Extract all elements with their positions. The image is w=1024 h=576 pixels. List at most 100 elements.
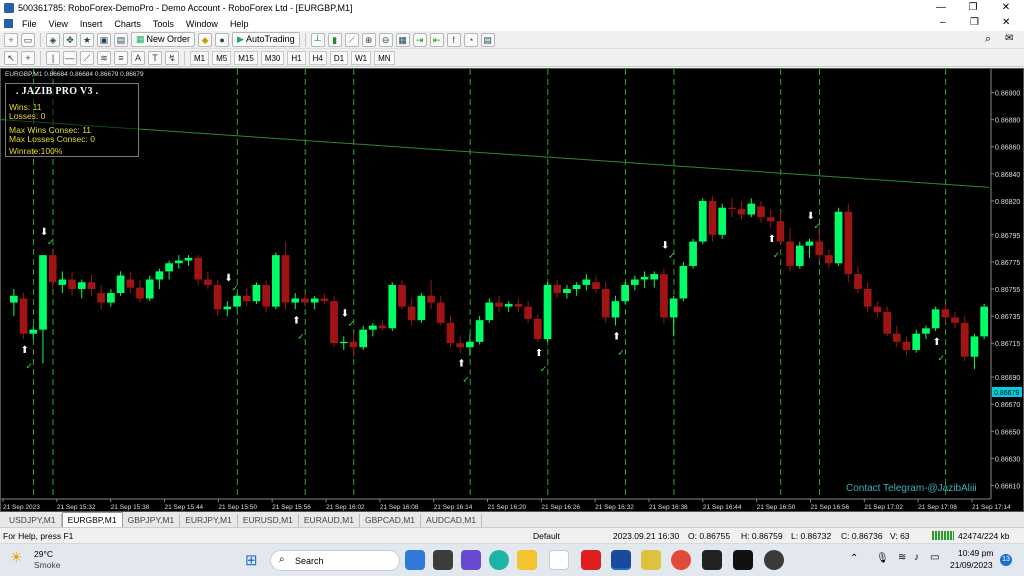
menu-window[interactable]: Window <box>180 19 224 29</box>
clock-time[interactable]: 10:49 pm <box>958 548 993 558</box>
data-window-icon[interactable]: ✥ <box>63 32 77 47</box>
strategy-tester-icon[interactable]: ▤ <box>114 32 128 47</box>
search-box[interactable]: ⌕ Search <box>270 550 400 571</box>
clock-date[interactable]: 21/09/2023 <box>950 560 993 570</box>
price-chart[interactable]: 0.86900 0.86880 0.86860 0.86840 0.86820 0.867… <box>0 69 1023 511</box>
tile-windows-icon[interactable]: ▦ <box>395 32 410 47</box>
menu-tools[interactable]: Tools <box>147 19 180 29</box>
templates-icon[interactable]: ▤ <box>480 32 495 47</box>
timeframe-m5[interactable]: M5 <box>212 50 232 65</box>
chat-icon[interactable]: ✉ <box>1005 33 1013 44</box>
timeframe-mn[interactable]: MN <box>374 50 395 65</box>
menu-help[interactable]: Help <box>224 19 255 29</box>
capcut-icon[interactable] <box>733 550 753 570</box>
weather-temp[interactable]: 29°C <box>34 549 53 559</box>
options-icon[interactable]: ● <box>215 32 230 47</box>
candlestick-icon[interactable]: ▮ <box>327 32 342 47</box>
autotrading-button[interactable]: ▶ AutoTrading <box>232 32 300 47</box>
timeframe-m1[interactable]: M1 <box>190 50 210 65</box>
weather-desc[interactable]: Smoke <box>34 560 60 570</box>
tab-eurjpy[interactable]: EURJPY,M1 <box>180 514 238 527</box>
battery-icon[interactable]: ▭ <box>930 552 939 563</box>
text-label-icon[interactable]: T <box>148 50 162 65</box>
metaeditor-icon[interactable]: ◆ <box>198 32 213 47</box>
start-icon[interactable]: ⊞ <box>245 551 258 569</box>
horizontal-line-icon[interactable]: — <box>63 50 77 65</box>
search-icon[interactable]: ⌕ <box>985 33 991 46</box>
price-tick-label: 0.86860 <box>995 145 1020 152</box>
tab-usdjpy[interactable]: USDJPY,M1 <box>4 514 62 527</box>
new-order-button[interactable]: ▦ New Order <box>131 32 196 47</box>
child-restore-icon[interactable]: ❐ <box>970 17 979 28</box>
menu-file[interactable]: File <box>16 19 43 29</box>
tab-gbpcad[interactable]: GBPCAD,M1 <box>360 514 422 527</box>
line-chart-icon[interactable]: ⟋ <box>344 32 359 47</box>
tray-chevron-icon[interactable]: ⌃ <box>850 553 858 564</box>
timeframe-w1[interactable]: W1 <box>351 50 372 65</box>
text-icon[interactable]: A <box>131 50 145 65</box>
maximize-button[interactable]: ❐ <box>958 0 988 16</box>
tab-eurusd[interactable]: EURUSD,M1 <box>238 514 299 527</box>
store-icon[interactable] <box>549 550 569 570</box>
win-checkmark: ✓ <box>47 237 55 247</box>
candle-body <box>786 241 794 266</box>
timeframe-d1[interactable]: D1 <box>329 50 349 65</box>
menu-view[interactable]: View <box>43 19 74 29</box>
vertical-line-icon[interactable]: | <box>46 50 60 65</box>
notification-badge[interactable]: 13 <box>1000 554 1012 566</box>
volume-icon[interactable]: ♪ <box>914 552 919 563</box>
close-button[interactable]: ✕ <box>991 0 1021 16</box>
wifi-icon[interactable]: ≋ <box>898 552 906 563</box>
terminal-icon[interactable]: ▣ <box>97 32 111 47</box>
minimize-button[interactable]: — <box>926 0 956 16</box>
timeframe-m15[interactable]: M15 <box>234 50 258 65</box>
autoscroll-icon[interactable]: ⇤ <box>429 32 444 47</box>
new-chart-icon[interactable]: + <box>4 32 18 47</box>
task-view-icon[interactable] <box>433 550 453 570</box>
timeframe-m30[interactable]: M30 <box>260 50 285 65</box>
child-minimize-icon[interactable]: – <box>940 17 946 28</box>
market-watch-icon[interactable]: ◈ <box>46 32 60 47</box>
periods-icon[interactable]: ◔ <box>463 32 478 47</box>
profiles-icon[interactable]: ▭ <box>21 32 35 47</box>
navigator-icon[interactable]: ★ <box>80 32 94 47</box>
tab-eurgbp[interactable]: EURGBP,M1 <box>61 512 123 527</box>
menu-insert[interactable]: Insert <box>74 19 109 29</box>
candle-body <box>291 298 300 303</box>
bar-chart-icon[interactable]: ┴ <box>310 32 325 47</box>
zoom-out-icon[interactable]: ⊖ <box>378 32 393 47</box>
timeframe-h1[interactable]: H1 <box>287 50 306 65</box>
chrome-icon[interactable] <box>671 550 691 570</box>
metatrader-icon[interactable] <box>611 550 631 570</box>
tab-audcad[interactable]: AUDCAD,M1 <box>421 514 483 527</box>
app-icon-extra[interactable] <box>764 550 784 570</box>
menu-charts[interactable]: Charts <box>108 19 147 29</box>
teams-icon[interactable] <box>461 550 481 570</box>
child-close-icon[interactable]: ✕ <box>1002 17 1010 28</box>
tab-euraud[interactable]: EURAUD,M1 <box>299 514 360 527</box>
edge-icon[interactable] <box>489 550 509 570</box>
copilot-icon[interactable] <box>405 550 425 570</box>
arrows-icon[interactable]: ↯ <box>165 50 179 65</box>
candle-body <box>776 221 785 242</box>
microphone-icon[interactable]: 🎙 <box>876 553 889 564</box>
trendline-icon[interactable]: ⟋ <box>80 50 94 65</box>
indicators-icon[interactable]: f <box>446 32 461 47</box>
timeframe-h4[interactable]: H4 <box>308 50 327 65</box>
line-studies-toolbar: ↖ + | — ⟋ ≋ ≡ A T ↯ M1 M5 M15 M30 H1 H4 … <box>0 49 1024 67</box>
tab-gbpjpy[interactable]: GBPJPY,M1 <box>123 514 181 527</box>
zoom-in-icon[interactable]: ⊕ <box>361 32 376 47</box>
panel-title: . JAZIB PRO V3 . <box>16 86 99 97</box>
metaeditor-taskbar-icon[interactable] <box>641 550 661 570</box>
chart-window[interactable]: 0.86900 0.86880 0.86860 0.86840 0.86820 0.867… <box>0 68 1024 512</box>
fibonacci-icon[interactable]: ≡ <box>114 50 128 65</box>
crosshair-icon[interactable]: + <box>21 50 35 65</box>
equidistant-channel-icon[interactable]: ≋ <box>97 50 111 65</box>
mt5-icon[interactable] <box>702 550 722 570</box>
youtube-icon[interactable] <box>581 550 601 570</box>
chart-shift-icon[interactable]: ⇥ <box>412 32 427 47</box>
cursor-icon[interactable]: ↖ <box>4 50 18 65</box>
candle-body <box>980 306 988 337</box>
file-explorer-icon[interactable] <box>517 550 537 570</box>
weather-icon[interactable]: ☀ <box>10 549 23 566</box>
